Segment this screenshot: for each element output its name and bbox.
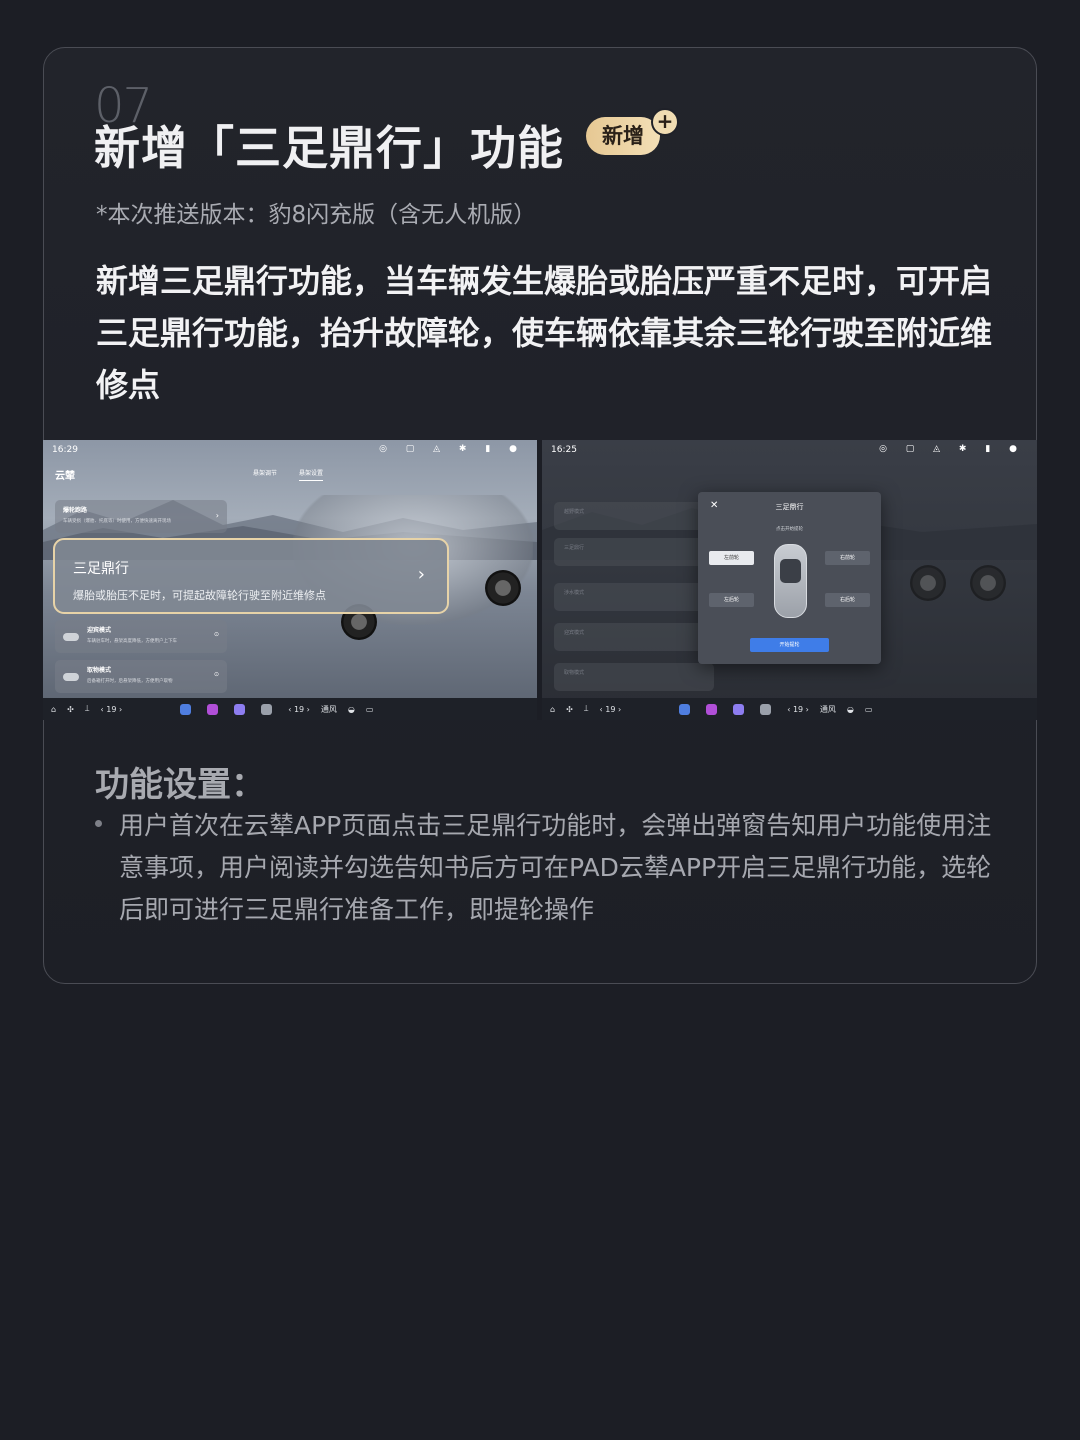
bullet-text: 用户首次在云辇APP页面点击三足鼎行功能时，会弹出弹窗告知用户功能使用注意事项，… <box>119 811 992 924</box>
bottom-dock: ⌂ ✣ ⟘ ‹ 19 › ‹ 19 › 通风 ◒ ▭ <box>43 698 537 720</box>
music-app-icon[interactable] <box>207 703 219 715</box>
seat-icon[interactable]: ⟘ <box>85 704 90 714</box>
ventilation-label[interactable]: 通风 <box>321 704 337 715</box>
dim-row: 涉水模式 <box>554 583 714 611</box>
card-title: 三足鼎行 <box>73 561 129 577</box>
right-temp[interactable]: ‹ 19 › <box>787 705 809 714</box>
apps-grid-icon[interactable] <box>261 703 273 715</box>
card-subtitle: 车辆受损（爆胎、托底等）时使用，方便快速离开现场 <box>63 519 171 524</box>
chevron-right-icon: › <box>215 511 219 520</box>
car-wheel <box>910 565 946 601</box>
start-lift-button[interactable]: 开始提轮 <box>750 638 829 652</box>
left-temp[interactable]: ‹ 19 › <box>101 705 123 714</box>
chevron-right-icon: › <box>417 564 425 585</box>
screenshot-dialog: 16:25 ◎ ▢ ◬ ✱ ▮ ● 越野模式 三足鼎行 涉水模式 迎宾模式 取物… <box>542 440 1037 720</box>
dim-row: 越野模式 <box>554 502 714 530</box>
wheel-rear-right-button[interactable]: 右后轮 <box>825 593 870 607</box>
settings-app-icon[interactable] <box>153 704 164 715</box>
media-app-icon[interactable] <box>234 703 246 715</box>
dim-row: 迎宾模式 <box>554 623 714 651</box>
defrost-icon[interactable]: ◒ <box>348 705 355 714</box>
bottom-dock: ⌂ ✣ ⟘ ‹ 19 › ‹ 19 › 通风 ◒ ▭ <box>542 698 1037 720</box>
right-temp[interactable]: ‹ 19 › <box>288 705 310 714</box>
card-subtitle: 车辆驻车时，悬架高度降低，方便用户上下车 <box>87 639 177 644</box>
new-badge: 新增 <box>586 117 660 155</box>
seat-icon[interactable]: ⟘ <box>584 704 589 714</box>
status-icons: ◎ ▢ ◬ ✱ ▮ ● <box>379 444 525 454</box>
tab-suspension-adjust[interactable]: 悬架调节 <box>253 470 277 477</box>
card-title: 爆轮跑路 <box>63 507 88 514</box>
car-top-view <box>774 544 807 618</box>
toggle-switch[interactable] <box>63 673 79 681</box>
card-subtitle: 后备箱打开时，后悬架降低，方便用户取物 <box>87 679 173 684</box>
phone-app-icon[interactable] <box>679 703 691 715</box>
status-icons: ◎ ▢ ◬ ✱ ▮ ● <box>879 444 1025 454</box>
card-welcome-mode[interactable]: 迎宾模式 车辆驻车时，悬架高度降低，方便用户上下车 ⊙ <box>55 620 227 653</box>
app-logo: 云辇 <box>55 471 75 482</box>
card-subtitle: 爆胎或胎压不足时，可提起故障轮行驶至附近维修点 <box>73 589 326 602</box>
music-app-icon[interactable] <box>706 703 718 715</box>
status-time: 16:29 <box>52 445 78 455</box>
fan-icon[interactable]: ✣ <box>67 705 74 714</box>
apps-grid-icon[interactable] <box>760 703 772 715</box>
car-wheel <box>485 570 521 606</box>
phone-app-icon[interactable] <box>180 703 192 715</box>
wheel-front-left-button[interactable]: 左前轮 <box>709 551 754 565</box>
wheel-rear-left-button[interactable]: 左后轮 <box>709 593 754 607</box>
card-burst-run[interactable]: 爆轮跑路 车辆受损（爆胎、托底等）时使用，方便快速离开现场 › <box>55 500 227 533</box>
status-time: 16:25 <box>551 445 577 455</box>
dim-row: 取物模式 <box>554 663 714 691</box>
dialog-subtitle: 点击开始提轮 <box>776 527 803 532</box>
rear-defrost-icon[interactable]: ▭ <box>366 705 374 714</box>
defrost-icon[interactable]: ◒ <box>847 705 854 714</box>
media-app-icon[interactable] <box>733 703 745 715</box>
screenshot-settings: 16:29 ◎ ▢ ◬ ✱ ▮ ● 云辇 悬架调节 悬架设置 爆轮跑路 车辆受损… <box>43 440 537 720</box>
version-note: *本次推送版本：豹8闪充版（含无人机版） <box>96 202 537 228</box>
dim-row: 三足鼎行 <box>554 538 714 566</box>
settings-app-icon[interactable] <box>652 704 663 715</box>
dialog-title: 三足鼎行 <box>775 503 804 511</box>
three-wheel-dialog: ✕ 三足鼎行 点击开始提轮 左前轮 右前轮 左后轮 右后轮 开始提轮 <box>698 492 881 664</box>
car-wheel <box>970 565 1006 601</box>
wheel-front-right-button[interactable]: 右前轮 <box>825 551 870 565</box>
plus-icon: + <box>651 108 679 136</box>
card-pickup-mode[interactable]: 取物模式 后备箱打开时，后悬架降低，方便用户取物 ⊙ <box>55 660 227 693</box>
fan-icon[interactable]: ✣ <box>566 705 573 714</box>
card-title: 迎宾模式 <box>87 627 112 634</box>
card-title: 取物模式 <box>87 667 112 674</box>
info-icon[interactable]: ⊙ <box>214 671 219 678</box>
card-three-wheel-drive[interactable]: 三足鼎行 爆胎或胎压不足时，可提起故障轮行驶至附近维修点 › <box>53 538 449 614</box>
home-icon[interactable]: ⌂ <box>51 705 56 714</box>
ventilation-label[interactable]: 通风 <box>820 704 836 715</box>
bullet-icon <box>95 820 102 827</box>
home-icon[interactable]: ⌂ <box>550 705 555 714</box>
toggle-switch[interactable] <box>63 633 79 641</box>
tab-bar: 悬架调节 悬架设置 <box>253 468 343 481</box>
section-title: 功能设置： <box>95 765 265 805</box>
left-temp[interactable]: ‹ 19 › <box>600 705 622 714</box>
rear-defrost-icon[interactable]: ▭ <box>865 705 873 714</box>
tab-suspension-settings[interactable]: 悬架设置 <box>298 470 323 481</box>
page-title: 新增「三足鼎行」功能 <box>94 121 564 175</box>
info-icon[interactable]: ⊙ <box>214 631 219 638</box>
feature-description: 新增三足鼎行功能，当车辆发生爆胎或胎压严重不足时，可开启三足鼎行功能，抬升故障轮… <box>96 262 993 404</box>
